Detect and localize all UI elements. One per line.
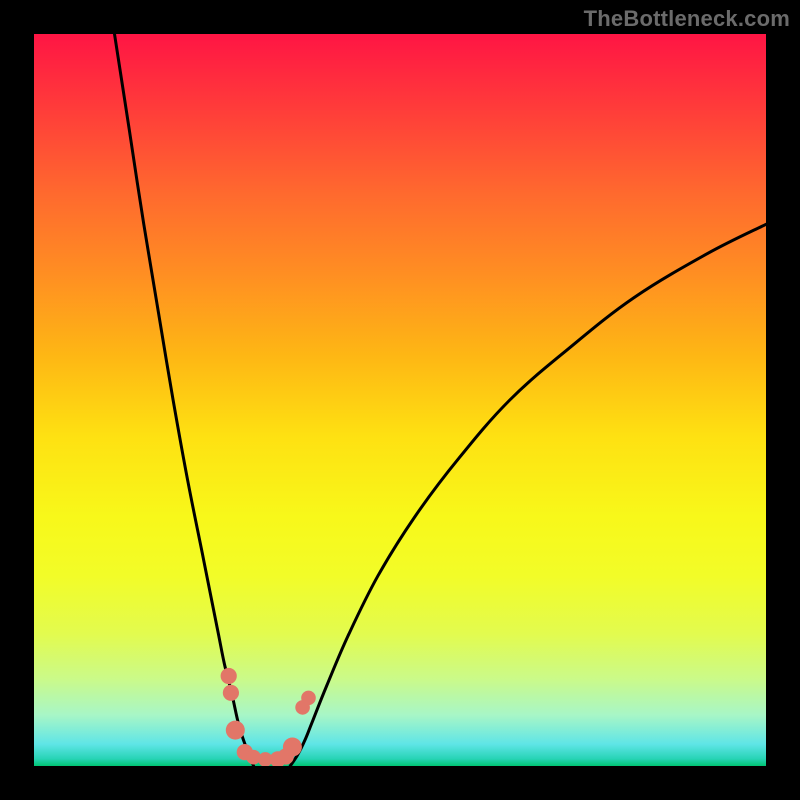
outer-frame: TheBottleneck.com	[0, 0, 800, 800]
marker-dot	[221, 668, 237, 684]
bottleneck-curve	[34, 34, 766, 766]
valley-markers	[221, 668, 316, 766]
marker-dot	[283, 738, 302, 757]
marker-dot	[223, 685, 239, 701]
plot-area	[34, 34, 766, 766]
marker-dot	[301, 691, 316, 706]
curve-right-branch	[290, 224, 766, 766]
marker-dot	[226, 721, 245, 740]
curve-left-branch	[115, 34, 254, 766]
watermark-text: TheBottleneck.com	[584, 6, 790, 32]
